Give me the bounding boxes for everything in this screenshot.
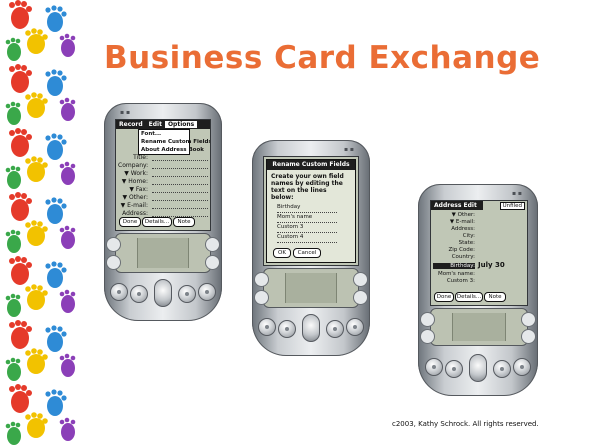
graffiti-area[interactable] (115, 233, 211, 273)
ok-button[interactable]: OK (273, 248, 291, 258)
address-edit-tab: Address Edit (431, 201, 483, 210)
handprint-border (0, 0, 84, 445)
device-brand-mark: ▪ ▪ (120, 109, 131, 116)
field-label: Address: (122, 210, 148, 217)
done-button[interactable]: Done (119, 217, 141, 227)
memo-button[interactable] (198, 283, 216, 301)
category-picker[interactable]: Unfiled (499, 202, 525, 210)
field-row[interactable]: ▼ Work: (118, 170, 208, 177)
custom-field-3[interactable]: Custom 3 (277, 224, 337, 233)
calculator-icon[interactable] (353, 272, 368, 287)
field-row[interactable]: ▼ Fax: (118, 186, 208, 193)
menu-bar: Record Edit Options (116, 120, 210, 129)
field-row[interactable]: Address: (118, 210, 208, 217)
birthday-label: Birthday: (433, 263, 475, 269)
memo-button[interactable] (346, 318, 364, 336)
field-label: ▼ Work: (124, 170, 148, 177)
field-row[interactable]: Address: (433, 226, 525, 233)
todo-button[interactable] (493, 360, 511, 378)
address-button[interactable] (130, 285, 148, 303)
field-row[interactable]: Company: (118, 162, 208, 169)
menu-icon[interactable] (254, 290, 269, 305)
custom-field-4[interactable]: Custom 4 (277, 234, 337, 243)
done-button[interactable]: Done (434, 292, 454, 302)
menu-icon[interactable] (106, 255, 121, 270)
graffiti-area[interactable] (263, 268, 359, 308)
menu-item-rename-custom-fields[interactable]: Rename Custom Fields (139, 138, 210, 146)
field-row[interactable]: ▼ Other: (118, 194, 208, 201)
field-row[interactable]: State: (433, 240, 525, 247)
memo-button[interactable] (513, 358, 531, 376)
field-row[interactable]: Title: (118, 154, 208, 161)
options-dropdown: Font... Rename Custom Fields About Addre… (138, 129, 210, 155)
graffiti-area[interactable] (430, 308, 528, 346)
menu-icon[interactable] (420, 329, 435, 344)
calculator-icon[interactable] (521, 312, 536, 327)
birthday-row[interactable]: Birthday: July 30 (433, 261, 525, 270)
menu-options[interactable]: Options (164, 121, 198, 128)
field-row[interactable]: ▼ E-mail: (433, 219, 525, 226)
find-icon[interactable] (353, 290, 368, 305)
menu-record[interactable]: Record (116, 121, 146, 128)
details-button[interactable]: Details... (455, 292, 483, 302)
home-icon[interactable] (420, 312, 435, 327)
note-button[interactable]: Note (173, 217, 195, 227)
todo-button[interactable] (326, 320, 344, 338)
field-label: ▼ Fax: (129, 186, 148, 193)
menu-item-font[interactable]: Font... (139, 130, 189, 138)
address-button[interactable] (445, 360, 463, 378)
palm-device-rename-fields: ▪ ▪ Rename Custom Fields Create your own… (252, 140, 370, 356)
device-brand-mark: ▪ ▪ (511, 190, 522, 197)
cancel-button[interactable]: Cancel (293, 248, 321, 258)
birthday-value: July 30 (478, 261, 505, 269)
title-bar: Address Edit Unfiled (431, 201, 527, 210)
field-row[interactable]: ▼ E-mail: (118, 202, 208, 209)
details-button[interactable]: Details... (142, 217, 172, 227)
scroll-button[interactable] (469, 354, 487, 382)
datebook-button[interactable] (110, 283, 128, 301)
field-row[interactable]: Mom's name: (433, 271, 525, 278)
dialog-title: Rename Custom Fields (267, 160, 355, 170)
field-row[interactable]: Zip Code: (433, 247, 525, 254)
custom-field-1[interactable]: Birthday (277, 204, 337, 213)
device-brand-mark: ▪ ▪ (343, 146, 354, 153)
field-label: ▼ Home: (121, 178, 148, 185)
field-row[interactable]: City: (433, 233, 525, 240)
datebook-button[interactable] (258, 318, 276, 336)
field-label: Title: (133, 154, 148, 161)
field-row[interactable]: ▼ Other: (433, 212, 525, 219)
field-row[interactable]: ▼ Home: (118, 178, 208, 185)
todo-button[interactable] (178, 285, 196, 303)
palm-device-options-menu: ▪ ▪ Record Edit Options Font... Rename Cus… (104, 103, 222, 321)
home-icon[interactable] (254, 272, 269, 287)
palm-device-address-edit: ▪ ▪ Address Edit Unfiled ▼ Other: ▼ E-ma… (418, 184, 538, 396)
slide: Business Card Exchange ▪ ▪ Record Edit Opt… (0, 0, 602, 445)
datebook-button[interactable] (425, 358, 443, 376)
field-label: ▼ E-mail: (120, 202, 148, 209)
find-icon[interactable] (205, 255, 220, 270)
device-screen: Record Edit Options Font... Rename Custom … (115, 119, 211, 231)
field-row[interactable]: Custom 3: (433, 278, 525, 285)
field-label: ▼ Other: (122, 194, 148, 201)
slide-title: Business Card Exchange (104, 40, 541, 76)
menu-edit[interactable]: Edit (146, 121, 165, 128)
dialog-instructions: Create your own field names by editing t… (271, 173, 344, 201)
handprint-pattern (5, 0, 76, 445)
field-label: Company: (118, 162, 149, 169)
rename-fields-dialog: Rename Custom Fields Create your own fie… (266, 159, 356, 263)
find-icon[interactable] (521, 329, 536, 344)
custom-field-2[interactable]: Mom's name (277, 214, 337, 223)
scroll-button[interactable] (302, 314, 320, 342)
note-button[interactable]: Note (484, 292, 506, 302)
scroll-button[interactable] (154, 279, 172, 307)
device-screen: Address Edit Unfiled ▼ Other: ▼ E-mail: … (430, 200, 528, 306)
device-screen: Rename Custom Fields Create your own fie… (263, 156, 359, 266)
menu-item-about-address-book[interactable]: About Address Book (139, 146, 204, 154)
copyright-notice: c2003, Kathy Schrock. All rights reserve… (392, 420, 539, 428)
field-row[interactable]: Country: (433, 254, 525, 261)
address-button[interactable] (278, 320, 296, 338)
home-icon[interactable] (106, 237, 121, 252)
calculator-icon[interactable] (205, 237, 220, 252)
